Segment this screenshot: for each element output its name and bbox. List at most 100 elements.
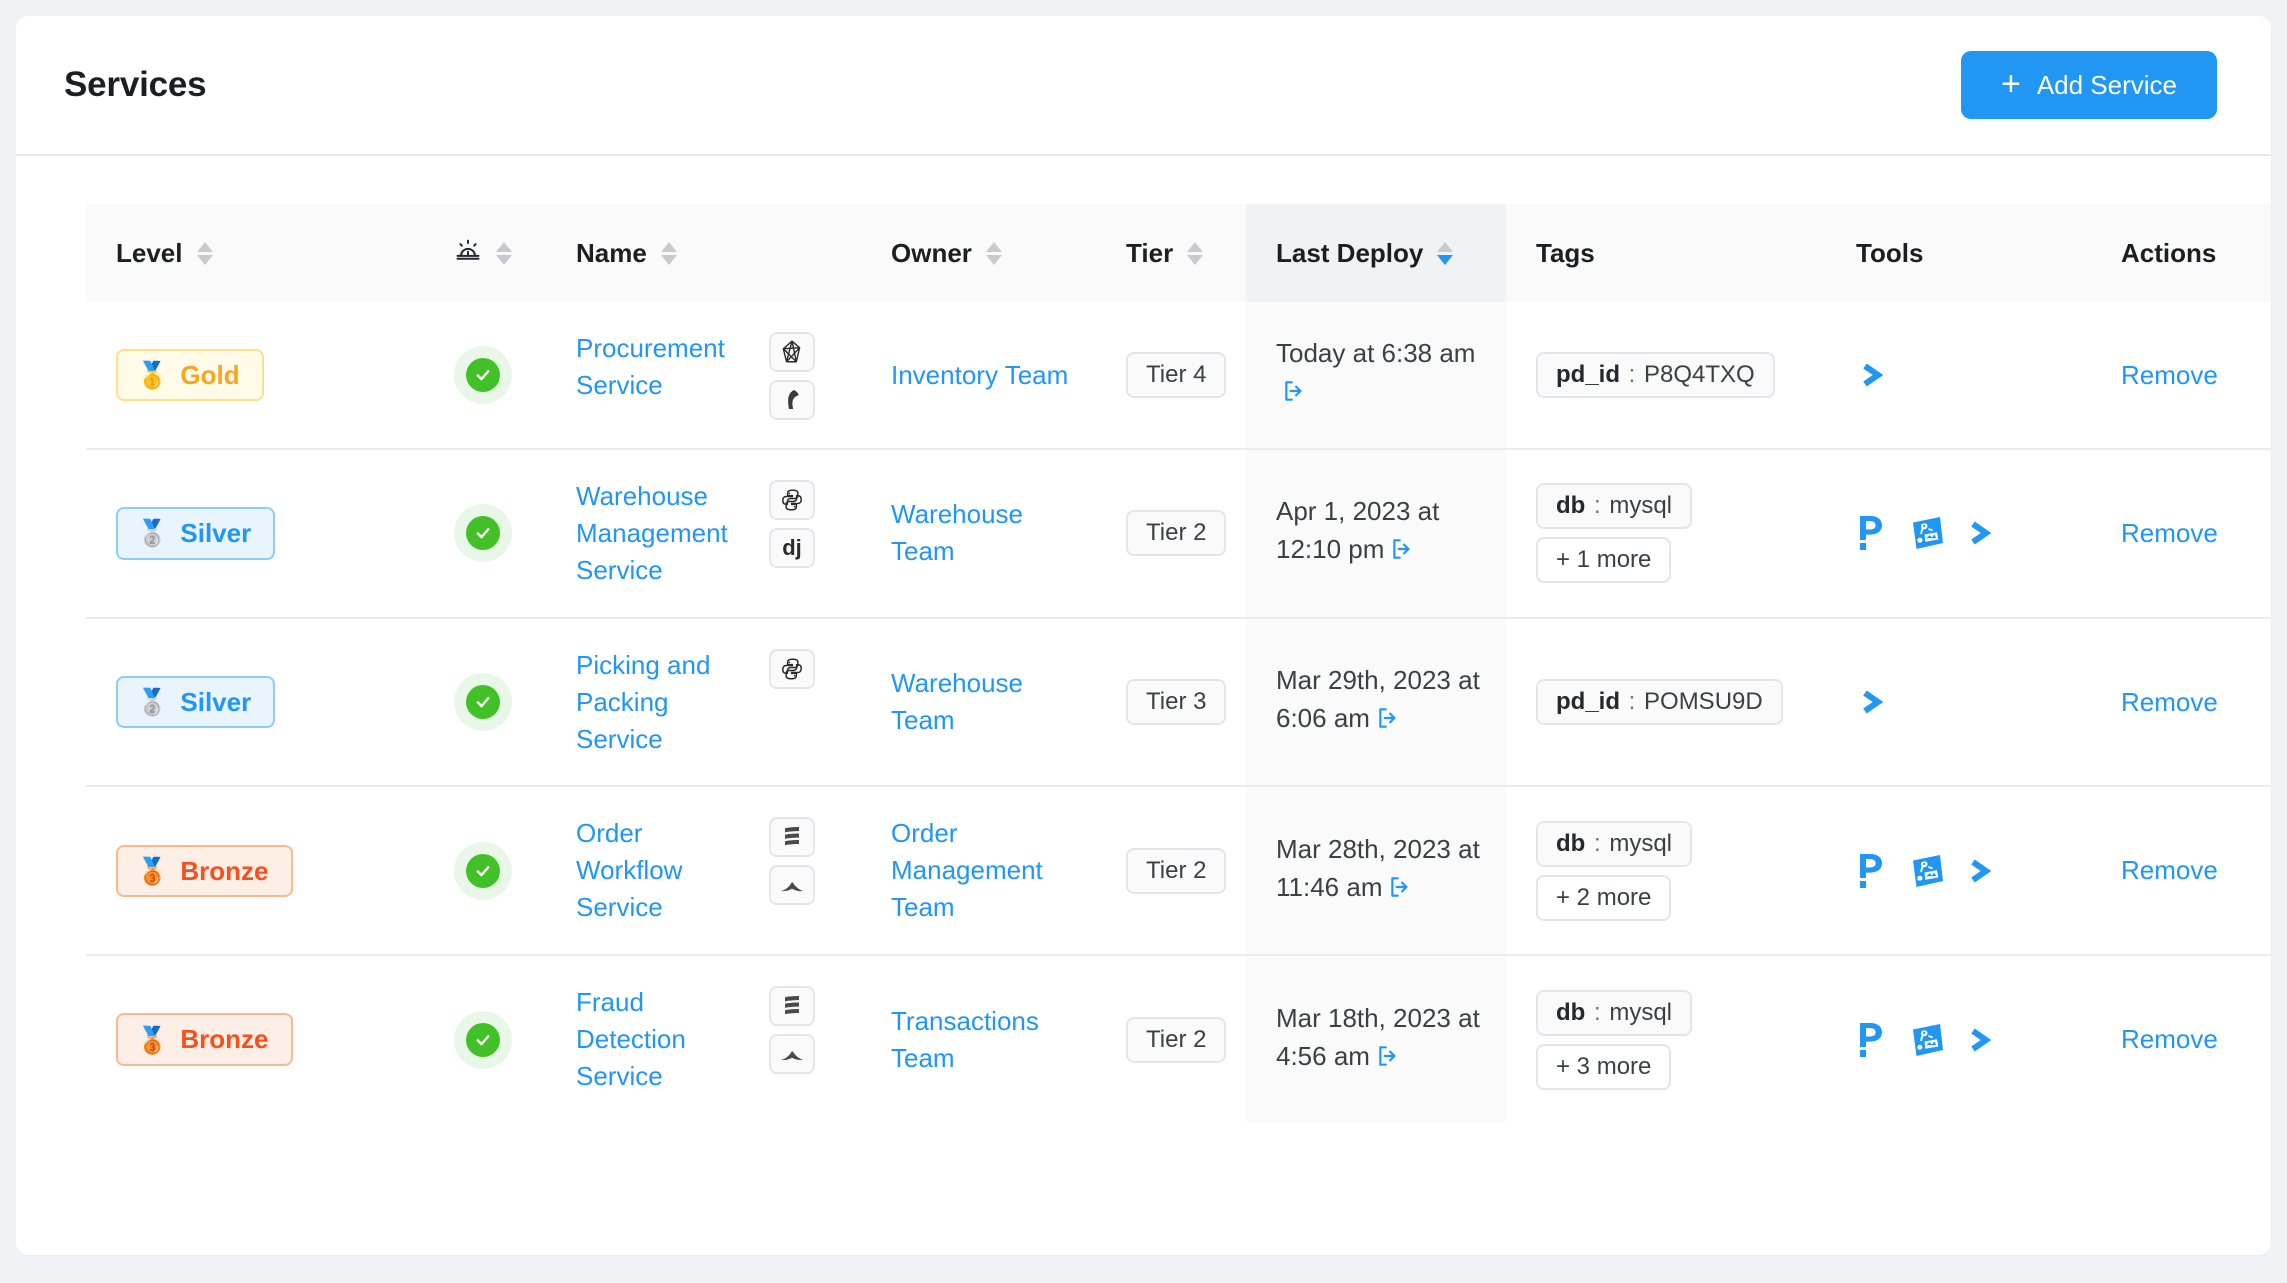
pagerduty-icon[interactable] [1856,852,1890,890]
datadog-icon[interactable] [1908,514,1946,552]
column-header-tier[interactable]: Tier [1096,204,1246,302]
last-deploy-text: Mar 28th, 2023 at 11:46 am [1276,834,1480,902]
language-icons: dj [769,478,815,568]
service-name-link[interactable]: Warehouse Management Service [576,478,751,589]
cell-name: Picking and Packing Service [546,616,861,787]
cell-name: Procurement Service [546,302,861,449]
status-badge[interactable] [454,504,512,563]
chevron-right-icon[interactable] [1856,683,1890,721]
service-name-link[interactable]: Procurement Service [576,330,751,404]
remove-link[interactable]: Remove [2121,687,2218,717]
python-icon[interactable] [769,480,815,520]
python-icon[interactable] [769,648,815,689]
tag-pill[interactable]: db : mysql [1536,483,1693,530]
remove-link[interactable]: Remove [2121,518,2218,548]
table-body: 🥇 Gold Procurement Service Inventory Tea… [86,302,2271,1123]
scala-icon[interactable] [769,817,815,858]
cell-actions: Remove [2091,954,2271,1123]
cell-health [446,302,546,449]
owner-link[interactable]: Inventory Team [891,357,1091,394]
tier-badge: Tier 2 [1126,847,1227,894]
add-service-button[interactable]: + Add Service [1960,51,2217,119]
status-badge[interactable] [454,1010,512,1069]
level-badge[interactable]: 🥉 Bronze [116,1013,293,1066]
cell-health [446,785,546,956]
tier-badge: Tier 4 [1126,352,1227,398]
status-badge[interactable] [454,841,512,900]
pagerduty-icon[interactable] [1856,1021,1890,1059]
service-name-link[interactable]: Fraud Detection Service [576,984,751,1095]
chevron-right-icon[interactable] [1964,514,1998,552]
remove-link[interactable]: Remove [2121,855,2218,885]
level-badge[interactable]: 🥈 Silver [116,675,276,729]
service-name-link[interactable]: Order Workflow Service [576,815,751,926]
cell-tools [1826,448,2091,618]
table-row: 🥇 Gold Procurement Service Inventory Tea… [86,302,2271,449]
check-icon [466,853,500,888]
medal-icon: 🥉 [136,1024,169,1055]
column-label-actions: Actions [2121,237,2217,268]
column-header-tools: Tools [1826,204,2091,302]
tag-pill[interactable]: pd_id : POMSU9D [1536,679,1783,726]
external-link-icon[interactable] [1388,873,1414,911]
service-name-link[interactable]: Picking and Packing Service [576,647,751,758]
tag-pill[interactable]: pd_id : P8Q4TXQ [1536,352,1775,398]
column-header-last-deploy[interactable]: Last Deploy [1246,204,1506,302]
remove-link[interactable]: Remove [2121,360,2218,390]
column-header-name[interactable]: Name [546,204,861,302]
remove-link[interactable]: Remove [2121,1024,2218,1054]
status-badge[interactable] [454,673,512,732]
tool-list [1856,683,2091,721]
chevron-right-icon[interactable] [1856,356,1890,394]
external-link-icon[interactable] [1376,704,1402,742]
level-badge[interactable]: 🥉 Bronze [116,844,293,898]
more-tags-pill[interactable]: + 3 more [1536,1043,1672,1090]
sort-arrows-last-deploy[interactable] [1437,241,1454,265]
level-label: Silver [180,686,252,717]
tool-list [1856,514,2091,552]
tag-pill[interactable]: db : mysql [1536,820,1693,867]
datadog-icon[interactable] [1908,1021,1946,1059]
external-link-icon[interactable] [1376,1042,1402,1080]
rails-icon[interactable] [769,380,815,420]
external-link-icon[interactable] [1390,535,1416,573]
column-header-level[interactable]: Level [86,204,446,302]
more-tags-pill[interactable]: + 2 more [1536,874,1672,921]
more-tags-pill[interactable]: + 1 more [1536,537,1672,584]
pagerduty-icon[interactable] [1856,514,1890,552]
owner-link[interactable]: Warehouse Team [891,665,1091,739]
ruby-icon[interactable] [769,332,815,372]
sort-arrows-tier[interactable] [1187,241,1204,265]
django-icon[interactable]: dj [769,528,815,568]
sort-arrows-name[interactable] [660,241,677,265]
cell-owner: Transactions Team [861,954,1096,1123]
owner-link[interactable]: Warehouse Team [891,496,1091,570]
cell-last-deploy: Mar 29th, 2023 at 6:06 am [1246,616,1506,787]
chevron-right-icon[interactable] [1964,852,1998,890]
spark-icon[interactable] [769,1034,815,1075]
external-link-icon[interactable] [1282,377,1308,415]
cell-health [446,448,546,618]
datadog-icon[interactable] [1908,852,1946,890]
tag-pill[interactable]: db : mysql [1536,989,1693,1036]
sort-arrows-alarm[interactable] [496,241,512,265]
table-header: Level Name Owner Tier Last Deploy Tags T… [86,204,2271,302]
status-badge[interactable] [454,346,512,404]
spark-icon[interactable] [769,865,815,906]
owner-link[interactable]: Transactions Team [891,1003,1091,1077]
sort-arrows-owner[interactable] [985,241,1002,265]
services-card: Services + Add Service Level Name Owner … [16,16,2271,1255]
siren-icon [454,236,482,271]
level-badge[interactable]: 🥇 Gold [116,348,264,402]
tag-list: pd_id : POMSU9D [1536,679,1826,726]
sort-arrows-level[interactable] [196,241,213,265]
cell-tags: db : mysql + 2 more [1506,785,1826,956]
column-header-owner[interactable]: Owner [861,204,1096,302]
chevron-right-icon[interactable] [1964,1021,1998,1059]
column-label-tier: Tier [1126,237,1174,268]
scala-icon[interactable] [769,986,815,1027]
column-header-tags: Tags [1506,204,1826,302]
level-badge[interactable]: 🥈 Silver [116,507,276,560]
owner-link[interactable]: Order Management Team [891,815,1091,926]
column-header-alarm[interactable] [446,204,546,302]
